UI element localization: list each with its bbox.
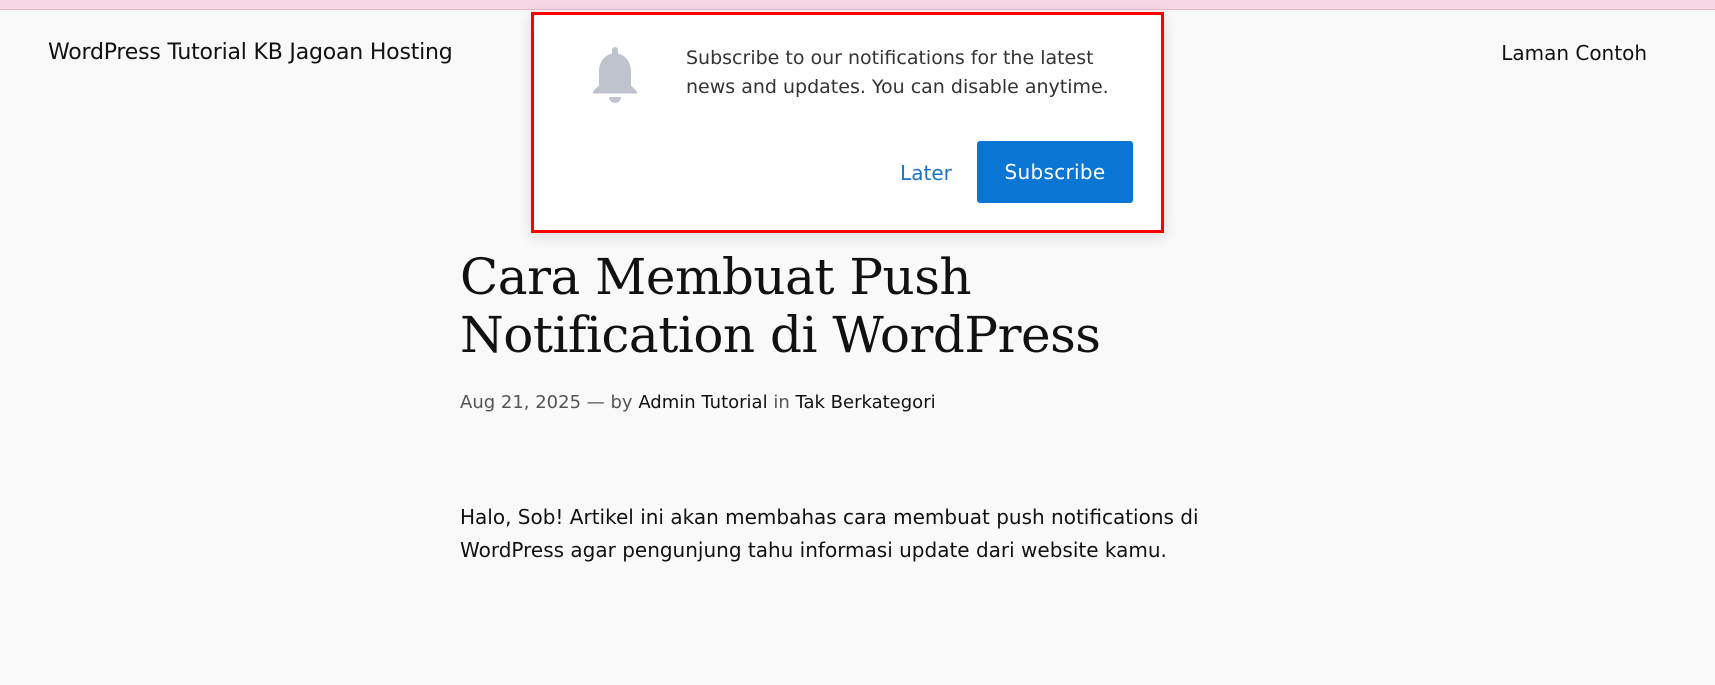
prompt-message: Subscribe to our notifications for the l… (686, 47, 1109, 98)
push-notification-prompt: Subscribe to our notifications for the l… (531, 12, 1164, 233)
post-title: Cara Membuat Push Notification di WordPr… (460, 248, 1101, 364)
post-in-text: in (773, 392, 790, 413)
site-title[interactable]: WordPress Tutorial KB Jagoan Hosting (48, 40, 453, 65)
bell-icon (590, 45, 640, 105)
subscribe-button[interactable]: Subscribe (977, 141, 1133, 203)
browser-top-strip (0, 0, 1715, 10)
nav-item-laman-contoh[interactable]: Laman Contoh (1501, 41, 1647, 65)
post-date: Aug 21, 2025 (460, 392, 582, 413)
post-meta: Aug 21, 2025 — by Admin Tutorial in Tak … (460, 392, 936, 413)
post-category-link[interactable]: Tak Berkategori (795, 392, 935, 413)
post-by-text: — by (586, 392, 633, 413)
post-author-link[interactable]: Admin Tutorial (638, 392, 767, 413)
post-excerpt: Halo, Sob! Artikel ini akan membahas car… (460, 505, 1199, 562)
later-button[interactable]: Later (870, 142, 982, 204)
